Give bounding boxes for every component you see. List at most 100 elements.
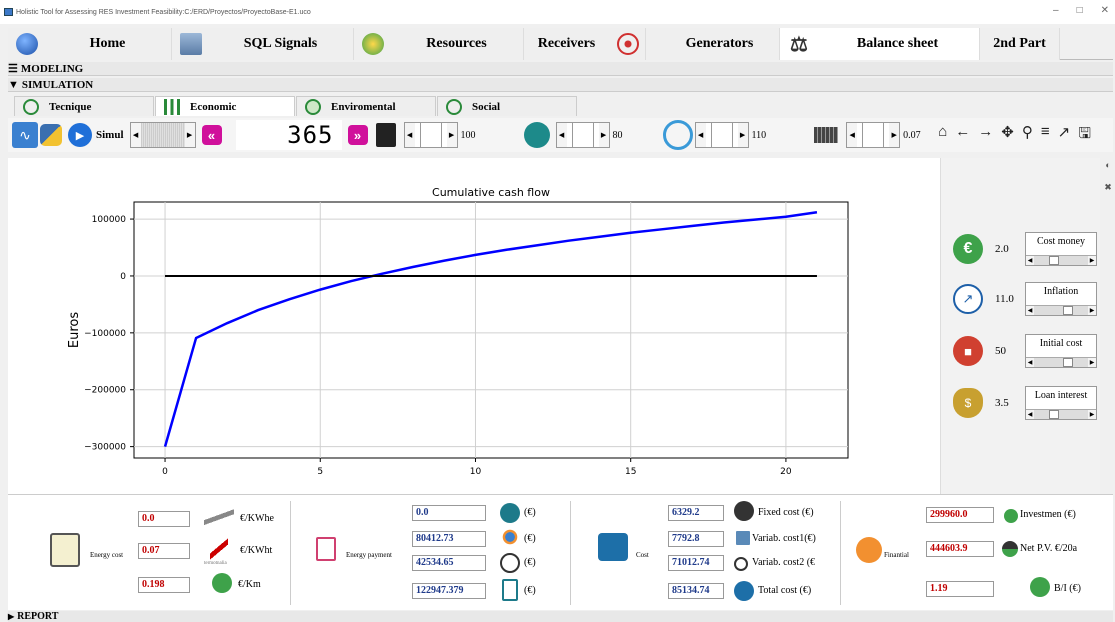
clock-slider[interactable]: ◀ ▶ bbox=[694, 122, 749, 148]
save-figure-icon[interactable]: 🖫 bbox=[1078, 123, 1091, 148]
mini-slider: ◀ ▶ bbox=[1026, 357, 1097, 367]
slider-left-arrow[interactable]: ◀ bbox=[404, 123, 415, 147]
pan-icon[interactable]: ✥ bbox=[1001, 123, 1014, 148]
bars-slider[interactable]: ◀ ▶ bbox=[555, 122, 610, 148]
home-view-icon[interactable]: ⌂ bbox=[938, 123, 947, 148]
close-button[interactable]: ✕ bbox=[1101, 5, 1109, 16]
slider-left-arrow[interactable]: ◀ bbox=[1026, 306, 1034, 315]
slider-thumb[interactable] bbox=[862, 123, 885, 147]
edit-axis-icon[interactable]: ↗ bbox=[1058, 123, 1071, 148]
report-section-header[interactable]: ▶ REPORT bbox=[8, 611, 1113, 622]
tab-2nd-part[interactable]: 2nd Part bbox=[980, 28, 1060, 60]
benefit-investment-unit: B/I (€) bbox=[1054, 583, 1081, 594]
maximize-button[interactable]: □ bbox=[1077, 5, 1083, 16]
money-bag-icon: $ bbox=[953, 388, 983, 418]
people-icon bbox=[446, 98, 462, 115]
variable-cost1-field[interactable]: 7792.8 bbox=[668, 531, 724, 547]
slider-thumb[interactable] bbox=[710, 123, 733, 147]
fuel-slider[interactable]: ◀ ▶ bbox=[403, 122, 458, 148]
slider-thumb[interactable] bbox=[1048, 410, 1059, 419]
gauge-small-icon bbox=[734, 557, 748, 571]
benefit-investment-field[interactable]: 1.19 bbox=[926, 581, 994, 597]
slider-right-arrow[interactable]: ▶ bbox=[889, 123, 900, 147]
slider-right-arrow[interactable]: ▶ bbox=[737, 123, 748, 147]
x-tick-label: 5 bbox=[317, 467, 323, 477]
energy-payment-3-field[interactable]: 42534.65 bbox=[412, 555, 486, 571]
slider-thumb[interactable] bbox=[419, 123, 442, 147]
back-arrow-icon[interactable]: ← bbox=[955, 123, 970, 148]
slider-right-arrow[interactable]: ▶ bbox=[1088, 410, 1097, 419]
slider-left-arrow[interactable]: ◀ bbox=[695, 123, 706, 147]
slider-left-arrow[interactable]: ◀ bbox=[1026, 358, 1034, 367]
tab-resources[interactable]: Resources bbox=[354, 28, 524, 60]
net-present-value-field[interactable]: 444603.9 bbox=[926, 541, 994, 557]
coins-icon bbox=[1004, 509, 1018, 523]
rewind-button[interactable]: « bbox=[201, 125, 222, 145]
slider-left-arrow[interactable]: ◀ bbox=[556, 123, 567, 147]
energy-cost-km-unit: €/Km bbox=[238, 579, 261, 590]
inflation-slider[interactable]: Inflation ◀ ▶ bbox=[1025, 282, 1097, 316]
slider-right-arrow[interactable]: ▶ bbox=[184, 123, 195, 147]
investment-field[interactable]: 299960.0 bbox=[926, 507, 994, 523]
tab-enviromental[interactable]: Enviromental bbox=[296, 96, 436, 116]
cost-money-control: € 2.0 Cost money ◀ ▶ bbox=[953, 232, 1103, 266]
slider-thumb[interactable] bbox=[1063, 306, 1074, 315]
bars-icon bbox=[523, 122, 550, 148]
energy-payment-1-field[interactable]: 0.0 bbox=[412, 505, 486, 521]
sun-wind-icon bbox=[498, 527, 522, 547]
energy-cost-km-field[interactable]: 0.198 bbox=[138, 577, 190, 593]
tab-social[interactable]: Social bbox=[437, 96, 577, 116]
python-button[interactable] bbox=[38, 120, 64, 150]
slider-track bbox=[1073, 256, 1089, 265]
simulation-section-header[interactable]: ▼ SIMULATION bbox=[8, 78, 1113, 92]
energy-cost-thermal-field[interactable]: 0.07 bbox=[138, 543, 190, 559]
slider-right-arrow[interactable]: ▶ bbox=[446, 123, 457, 147]
tab-home[interactable]: Home bbox=[8, 28, 172, 60]
energy-payment-2-unit: (€) bbox=[524, 533, 536, 544]
signal-monitor-button[interactable]: ∿ bbox=[12, 122, 38, 148]
slider-right-arrow[interactable]: ▶ bbox=[1088, 358, 1097, 367]
configure-subplots-icon[interactable]: ≡ bbox=[1041, 123, 1050, 148]
financial-label: Finantial bbox=[884, 551, 909, 559]
panel-slider[interactable]: ◀ ▶ bbox=[846, 122, 901, 148]
tab-generators[interactable]: Generators bbox=[646, 28, 780, 60]
zoom-icon[interactable]: ⚲ bbox=[1022, 123, 1033, 148]
initial-cost-slider[interactable]: Initial cost ◀ ▶ bbox=[1025, 334, 1097, 368]
slider-left-arrow[interactable]: ◀ bbox=[847, 123, 858, 147]
finance-icon bbox=[856, 537, 882, 563]
tab-sql-signals[interactable]: SQL Signals bbox=[172, 28, 354, 60]
energy-cost-electric-field[interactable]: 0.0 bbox=[138, 511, 190, 527]
slider-left-arrow[interactable]: ◀ bbox=[1026, 410, 1034, 419]
forward-arrow-icon[interactable]: → bbox=[978, 123, 993, 148]
slider-left-arrow[interactable]: ◀ bbox=[1026, 256, 1034, 265]
tab-balance-sheet[interactable]: ⚖ Balance sheet bbox=[780, 28, 980, 60]
energy-payment-2-field[interactable]: 80412.73 bbox=[412, 531, 486, 547]
slider-right-arrow[interactable]: ▶ bbox=[1088, 306, 1097, 315]
close-dock-icon[interactable]: ✖ bbox=[1104, 182, 1112, 193]
minimize-button[interactable]: – bbox=[1053, 5, 1059, 16]
tab-economic[interactable]: Economic bbox=[155, 96, 295, 116]
days-slider[interactable]: ◀ ▶ bbox=[129, 122, 196, 148]
slider-thumb[interactable] bbox=[571, 123, 594, 147]
tab-tecnique[interactable]: Tecnique bbox=[14, 96, 154, 116]
bar-chart-icon bbox=[164, 98, 180, 115]
fixed-cost-field[interactable]: 6329.2 bbox=[668, 505, 724, 521]
loan-interest-slider[interactable]: Loan interest ◀ ▶ bbox=[1025, 386, 1097, 420]
slider-left-arrow[interactable]: ◀ bbox=[130, 123, 141, 147]
clock-value: 110 bbox=[751, 129, 767, 141]
energy-payment-total-field[interactable]: 122947.379 bbox=[412, 583, 486, 599]
slider-right-arrow[interactable]: ▶ bbox=[598, 123, 609, 147]
slider-thumb[interactable] bbox=[1048, 256, 1059, 265]
simul-button[interactable]: ▶ Simul bbox=[68, 123, 124, 147]
slider-thumb[interactable] bbox=[1063, 358, 1074, 367]
simulation-toolbar: ∿ ▶ Simul ◀ ▶ « 365 » ◀ ▶ 100 ◀ ▶ 80 ◀ ▶… bbox=[8, 118, 1113, 152]
tab-receivers[interactable]: Receivers bbox=[524, 28, 646, 60]
variable-cost2-field[interactable]: 71012.74 bbox=[668, 555, 724, 571]
forward-button[interactable]: » bbox=[347, 125, 368, 145]
initial-cost-value: 50 bbox=[995, 345, 1006, 357]
float-dock-icon[interactable]: ◐ bbox=[1105, 160, 1110, 170]
total-cost-field[interactable]: 85134.74 bbox=[668, 583, 724, 599]
slider-right-arrow[interactable]: ▶ bbox=[1088, 256, 1097, 265]
modeling-section-header[interactable]: ☰ MODELING bbox=[8, 62, 1113, 76]
cost-money-slider[interactable]: Cost money ◀ ▶ bbox=[1025, 232, 1097, 266]
